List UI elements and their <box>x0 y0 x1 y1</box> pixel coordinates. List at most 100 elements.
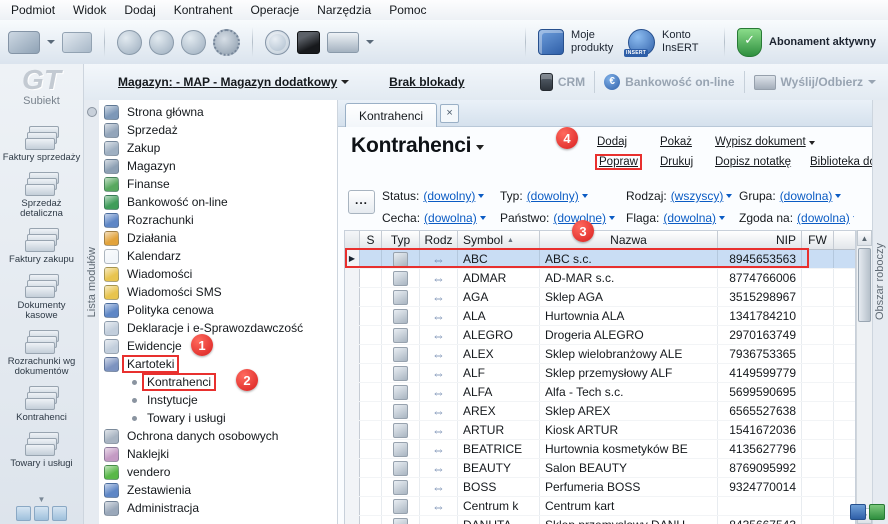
filter-value-dropdown[interactable]: (dowolny) <box>527 189 579 203</box>
row-selector-cell[interactable] <box>345 421 360 439</box>
filter-value-dropdown[interactable]: (wszyscy) <box>671 189 724 203</box>
tree-item[interactable]: Polityka cenowa <box>99 301 337 319</box>
bankowosc-button[interactable]: Bankowość on-line <box>604 74 734 90</box>
table-row[interactable]: ALEX Sklep wielobranżowy ALE 7936753365 <box>345 345 855 364</box>
column-header[interactable]: NIP <box>718 231 802 249</box>
menu-item[interactable]: Narzędzia <box>308 1 380 19</box>
table-row[interactable]: ALEGRO Drogeria ALEGRO 2970163749 <box>345 326 855 345</box>
chevron-down-icon[interactable] <box>480 216 486 220</box>
table-row[interactable]: Centrum k Centrum kart <box>345 497 855 516</box>
tree-item[interactable]: Administracja <box>99 499 337 517</box>
globe-icon[interactable] <box>265 30 290 55</box>
chevron-down-icon[interactable] <box>478 194 484 198</box>
dodaj-link[interactable]: Dodaj <box>597 136 627 148</box>
gear-icon[interactable] <box>213 29 240 56</box>
wyslij-odbierz-button[interactable]: Wyślij/Odbierz <box>754 75 876 90</box>
chevron-down-icon[interactable] <box>726 194 732 198</box>
moje-produkty-label[interactable]: Moje produkty <box>571 29 621 54</box>
table-row[interactable]: DANUTA Sklep przemysłowy DANU 8435667543 <box>345 516 855 524</box>
row-selector-cell[interactable] <box>345 269 360 287</box>
chevron-down-icon[interactable] <box>341 80 349 84</box>
column-header[interactable]: Nazwa <box>540 231 718 249</box>
menu-item[interactable]: Operacje <box>241 1 308 19</box>
rail-scroll-chevrons[interactable]: ▼ <box>38 496 46 504</box>
menu-item[interactable]: Kontrahent <box>165 1 242 19</box>
tree-item[interactable]: Naklejki <box>99 445 337 463</box>
page-title[interactable]: Kontrahenci <box>351 134 484 158</box>
seal-icon[interactable] <box>149 30 174 55</box>
rail-module-button[interactable]: Kontrahenci <box>0 386 83 424</box>
row-selector-cell[interactable] <box>345 250 360 268</box>
rail-module-button[interactable]: Dokumenty kasowe <box>0 274 83 322</box>
chevron-down-icon[interactable] <box>47 40 55 44</box>
table-row[interactable]: ALA Hurtownia ALA 1341784210 <box>345 307 855 326</box>
drukuj-link[interactable]: Drukuj <box>660 156 693 168</box>
printer-icon[interactable] <box>327 32 359 53</box>
row-selector-cell[interactable] <box>345 478 360 496</box>
scroll-up-button[interactable]: ▲ <box>857 230 872 246</box>
tree-item[interactable]: Magazyn <box>99 157 337 175</box>
tree-item[interactable]: Kalendarz <box>99 247 337 265</box>
tree-item[interactable]: Ewidencje <box>99 337 337 355</box>
rail-module-button[interactable]: Rozrachunki wg dokumentów <box>0 330 83 378</box>
row-selector-cell[interactable] <box>345 440 360 458</box>
rail-module-button[interactable]: Faktury sprzedaży <box>0 126 83 164</box>
menu-item[interactable]: Widok <box>64 1 115 19</box>
tray-green-icon[interactable] <box>869 504 885 520</box>
table-row[interactable]: AGA Sklep AGA 3515298967 <box>345 288 855 307</box>
view-tile-icon[interactable] <box>52 506 67 521</box>
chevron-down-icon[interactable] <box>366 40 374 44</box>
table-row[interactable]: ALF Sklep przemysłowy ALF 4149599779 <box>345 364 855 383</box>
coin-icon[interactable] <box>181 30 206 55</box>
crm-button[interactable]: CRM <box>540 73 585 91</box>
tree-item[interactable]: vendero <box>99 463 337 481</box>
row-selector-cell[interactable] <box>345 497 360 515</box>
tree-item[interactable]: Finanse <box>99 175 337 193</box>
column-header[interactable]: Symbol <box>458 231 540 249</box>
stamp-icon[interactable] <box>117 30 142 55</box>
view-tile-icon[interactable] <box>16 506 31 521</box>
tree-item[interactable]: Deklaracje i e-Sprawozdawczość <box>99 319 337 337</box>
tab-kontrahenci[interactable]: Kontrahenci <box>345 103 437 127</box>
tray-blue-icon[interactable] <box>850 504 866 520</box>
magazyn-selector[interactable]: Magazyn: - MAP - Magazyn dodatkowy <box>118 75 337 89</box>
chevron-down-icon[interactable] <box>582 194 588 198</box>
filter-value-dropdown[interactable]: (dowolny) <box>423 189 475 203</box>
blokada-link[interactable]: Brak blokady <box>389 75 464 89</box>
tree-item[interactable]: Działania <box>99 229 337 247</box>
vertical-scrollbar[interactable]: ▲ ▼ <box>856 230 872 524</box>
shield-check-icon[interactable] <box>737 28 762 57</box>
tree-item[interactable]: Bankowość on-line <box>99 193 337 211</box>
pin-icon[interactable] <box>87 107 97 117</box>
filter-value-dropdown[interactable]: (dowolne) <box>553 211 606 225</box>
rail-module-button[interactable]: Towary i usługi <box>0 432 83 470</box>
tree-item[interactable]: Zestawienia <box>99 481 337 499</box>
popraw-link[interactable]: Popraw <box>597 156 640 168</box>
tree-item[interactable]: Rozrachunki <box>99 211 337 229</box>
send-message-icon[interactable] <box>8 31 40 54</box>
wypisz-dokument-link[interactable]: Wypisz dokument <box>715 136 815 148</box>
row-selector-cell[interactable] <box>345 326 360 344</box>
tree-item[interactable]: Ochrona danych osobowych <box>99 427 337 445</box>
column-header[interactable]: FW <box>802 231 834 249</box>
chevron-down-icon[interactable] <box>719 216 725 220</box>
menu-item[interactable]: Pomoc <box>380 1 435 19</box>
table-row[interactable]: BOSS Perfumeria BOSS 9324770014 <box>345 478 855 497</box>
column-header[interactable]: S <box>360 231 382 249</box>
menu-item[interactable]: Podmiot <box>2 1 64 19</box>
table-row[interactable]: ALFA Alfa - Tech s.c. 5699590695 <box>345 383 855 402</box>
column-header[interactable]: Rodz <box>420 231 458 249</box>
menu-item[interactable]: Dodaj <box>115 1 164 19</box>
row-selector-cell[interactable] <box>345 516 360 524</box>
table-row[interactable]: ARTUR Kiosk ARTUR 1541672036 <box>345 421 855 440</box>
chevron-down-icon[interactable] <box>835 194 841 198</box>
mail-icon[interactable] <box>62 32 92 53</box>
row-selector-cell[interactable] <box>345 307 360 325</box>
tree-item[interactable]: Sprzedaż <box>99 121 337 139</box>
tree-item[interactable]: Wiadomości SMS <box>99 283 337 301</box>
filter-value-dropdown[interactable]: (dowolna) <box>424 211 477 225</box>
scrollbar-thumb[interactable] <box>858 248 871 322</box>
chevron-down-icon[interactable] <box>853 216 854 220</box>
tab-close-button[interactable]: × <box>440 104 459 123</box>
column-header[interactable]: Typ <box>382 231 420 249</box>
